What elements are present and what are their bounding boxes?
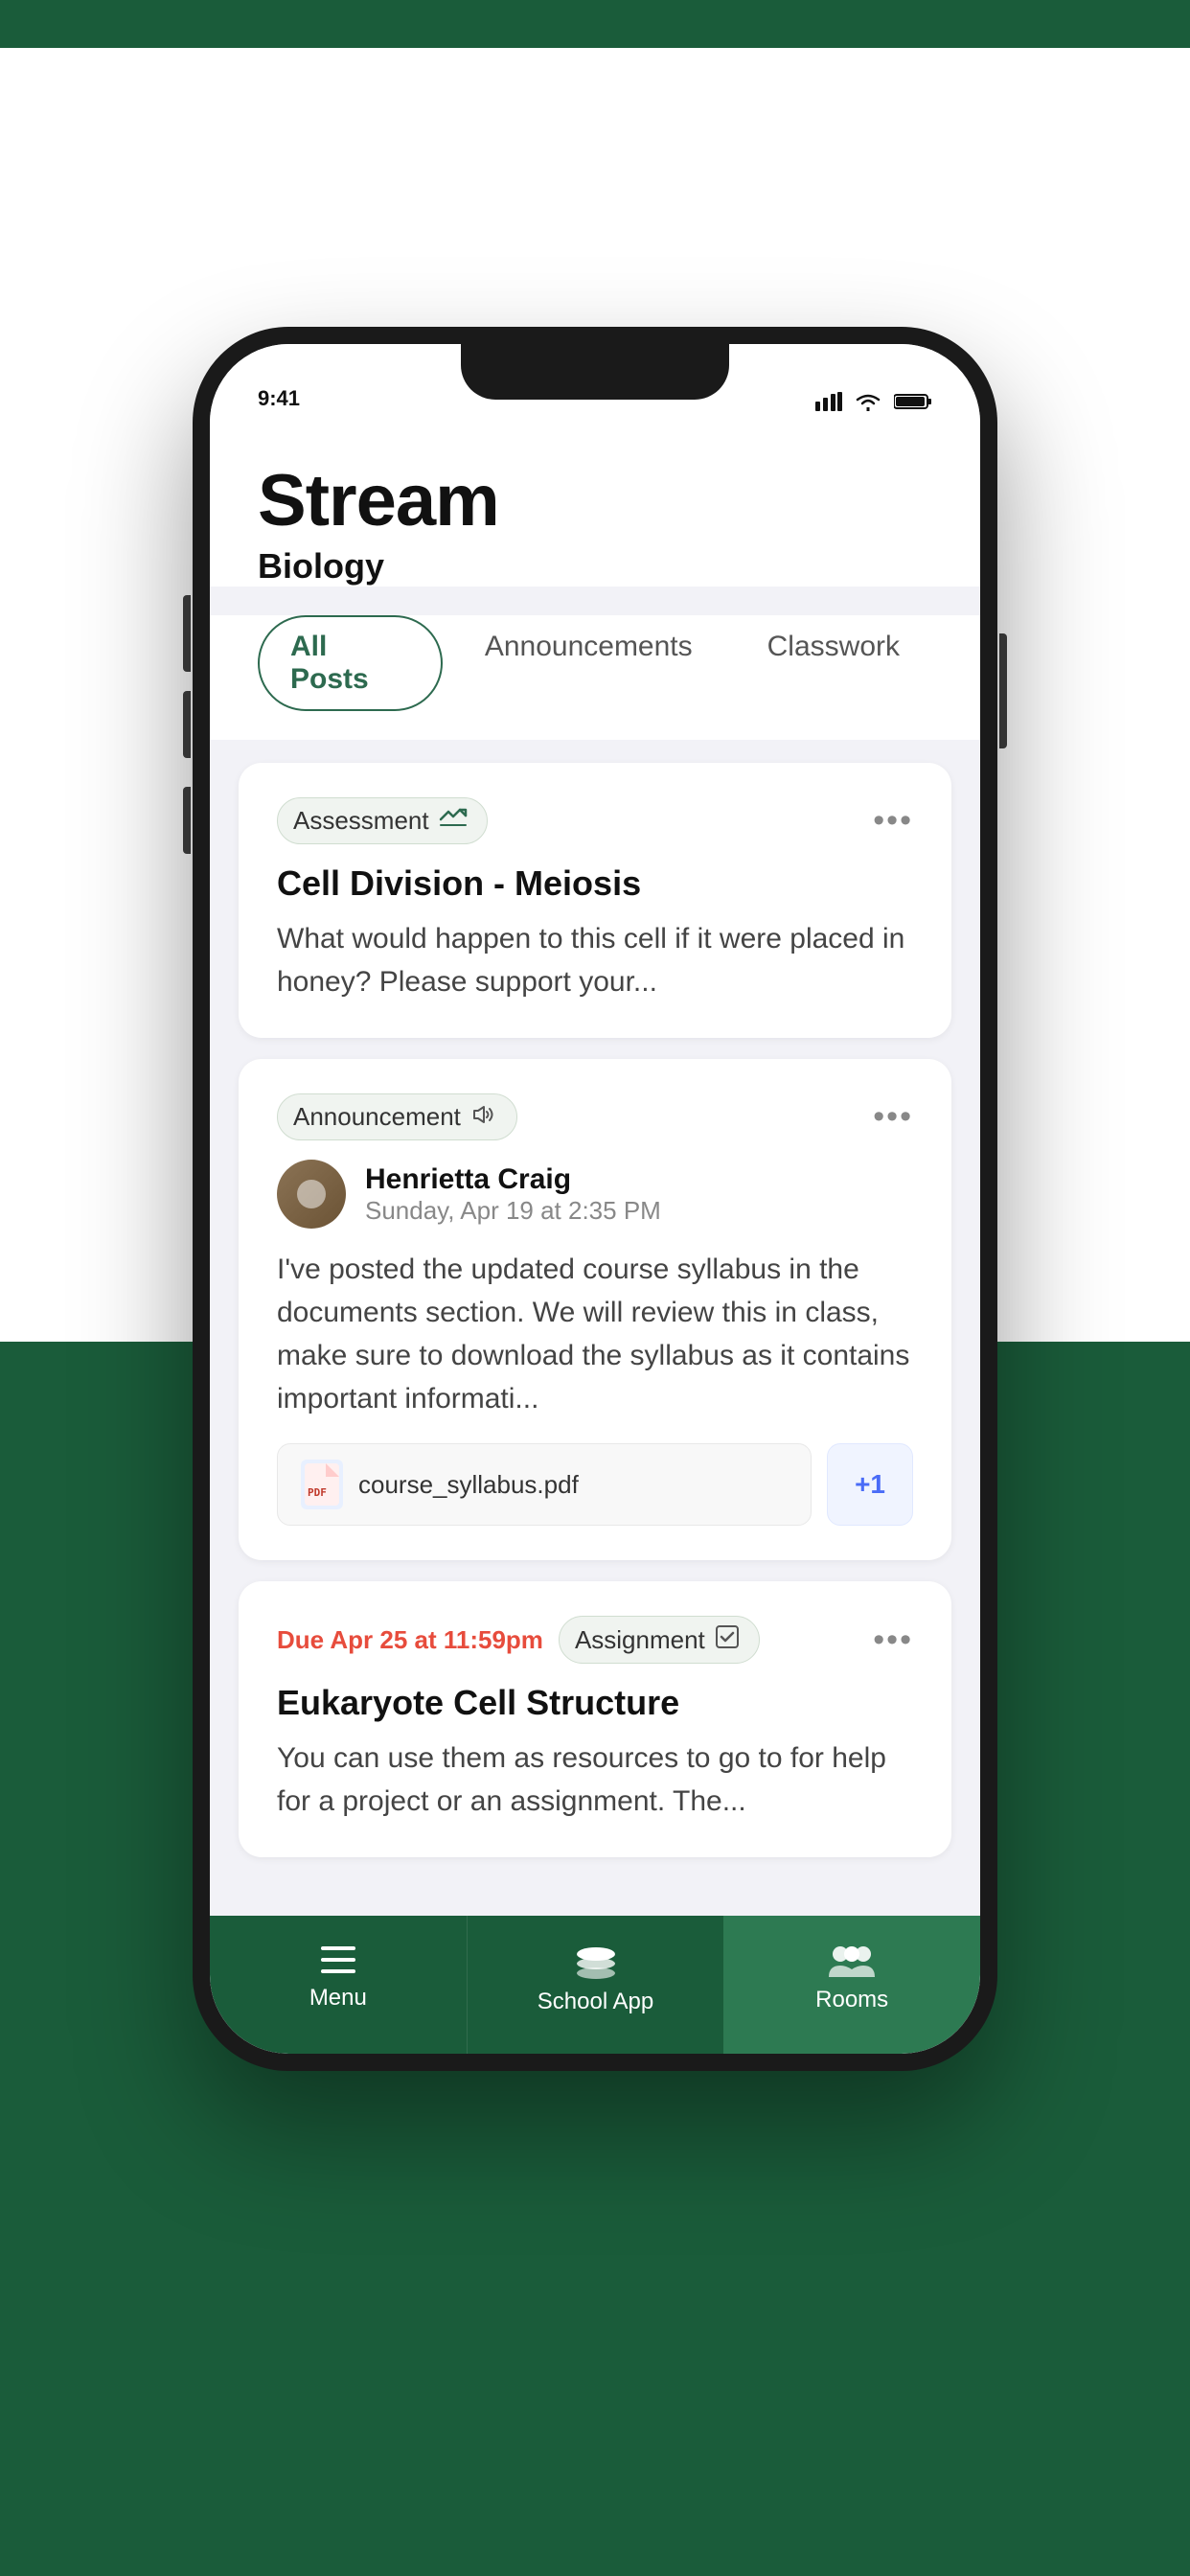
announcement-body: I've posted the updated course syllabus … <box>277 1248 913 1420</box>
pdf-icon: PDF <box>301 1460 343 1509</box>
rooms-label: Rooms <box>815 1987 888 2013</box>
author-name: Henrietta Craig <box>365 1163 661 1196</box>
rooms-icon <box>827 1941 877 1979</box>
stream-title: Stream <box>258 459 932 542</box>
phone-left-buttons <box>183 691 191 854</box>
phone-notch <box>461 344 729 400</box>
page-wrapper: Classroom updates 9:41 <box>0 0 1190 2576</box>
svg-text:PDF: PDF <box>308 1486 327 1499</box>
announcement-more-dots[interactable]: ••• <box>873 1098 913 1136</box>
assignment-badge: Assignment <box>559 1616 760 1664</box>
green-bar <box>0 0 1190 48</box>
assessment-more-dots[interactable]: ••• <box>873 802 913 840</box>
assessment-body: What would happen to this cell if it wer… <box>277 917 913 1003</box>
avatar-image <box>277 1160 346 1229</box>
signal-icon <box>815 392 842 411</box>
announcement-card-header: Announcement ••• <box>277 1093 913 1140</box>
author-date: Sunday, Apr 19 at 2:35 PM <box>365 1196 661 1226</box>
stream-subtitle: Biology <box>258 546 932 586</box>
layers-icon <box>572 1939 620 1981</box>
stream-header: Stream Biology <box>210 421 980 586</box>
nav-menu[interactable]: Menu <box>210 1916 467 2054</box>
cards-area: Assessment ••• <box>210 740 980 1880</box>
battery-icon <box>894 392 932 411</box>
time-display: 9:41 <box>258 386 300 411</box>
attachment-more[interactable]: +1 <box>827 1443 913 1526</box>
assessment-title: Cell Division - Meiosis <box>277 863 913 904</box>
assignment-title: Eukaryote Cell Structure <box>277 1683 913 1723</box>
badge-label: Assessment <box>293 806 429 836</box>
assessment-card[interactable]: Assessment ••• <box>239 763 951 1038</box>
assignment-more-dots[interactable]: ••• <box>873 1622 913 1659</box>
volume-up-button <box>183 691 191 758</box>
announcement-badge: Announcement <box>277 1093 517 1140</box>
assignment-header-left: Due Apr 25 at 11:59pm Assignment <box>277 1616 760 1664</box>
pdf-attachment[interactable]: PDF course_syllabus.pdf <box>277 1443 812 1526</box>
tab-all-posts[interactable]: All Posts <box>258 615 443 711</box>
author-avatar <box>277 1160 346 1229</box>
announcement-author: Henrietta Craig Sunday, Apr 19 at 2:35 P… <box>277 1160 913 1229</box>
volume-down-button <box>183 787 191 854</box>
assessment-badge: Assessment <box>277 797 488 844</box>
announcement-icon <box>470 1103 497 1132</box>
due-date: Due Apr 25 at 11:59pm <box>277 1625 543 1655</box>
tab-classwork[interactable]: Classwork <box>735 615 932 711</box>
wifi-icon <box>854 392 882 411</box>
assignment-icon <box>715 1624 740 1655</box>
tabs-container[interactable]: All Posts Announcements Classwork <box>210 615 980 740</box>
author-info: Henrietta Craig Sunday, Apr 19 at 2:35 P… <box>365 1163 661 1226</box>
nav-school-app[interactable]: School App <box>467 1916 724 2054</box>
assessment-icon <box>439 808 468 835</box>
app-content: Stream Biology All Posts Announcements C… <box>210 421 980 1880</box>
bottom-nav: Menu School App <box>210 1916 980 2054</box>
phone-screen: 9:41 <box>210 344 980 2054</box>
assignment-card-header: Due Apr 25 at 11:59pm Assignment <box>277 1616 913 1664</box>
attachments-container: PDF course_syllabus.pdf +1 <box>277 1443 913 1526</box>
tab-announcements[interactable]: Announcements <box>452 615 725 711</box>
assessment-card-header: Assessment ••• <box>277 797 913 844</box>
status-icons <box>815 392 932 411</box>
assignment-badge-label: Assignment <box>575 1625 705 1655</box>
assignment-body: You can use them as resources to go to f… <box>277 1736 913 1823</box>
announcement-card[interactable]: Announcement ••• <box>239 1059 951 1560</box>
attachment-more-count: +1 <box>855 1469 885 1500</box>
phone-mockup: 9:41 <box>193 327 997 2071</box>
menu-label: Menu <box>309 1985 367 2012</box>
attachment-filename: course_syllabus.pdf <box>358 1470 579 1500</box>
assignment-card[interactable]: Due Apr 25 at 11:59pm Assignment <box>239 1581 951 1857</box>
nav-rooms[interactable]: Rooms <box>723 1916 980 2054</box>
menu-icon <box>317 1943 359 1977</box>
school-app-label: School App <box>538 1989 653 2015</box>
announcement-badge-label: Announcement <box>293 1102 461 1132</box>
